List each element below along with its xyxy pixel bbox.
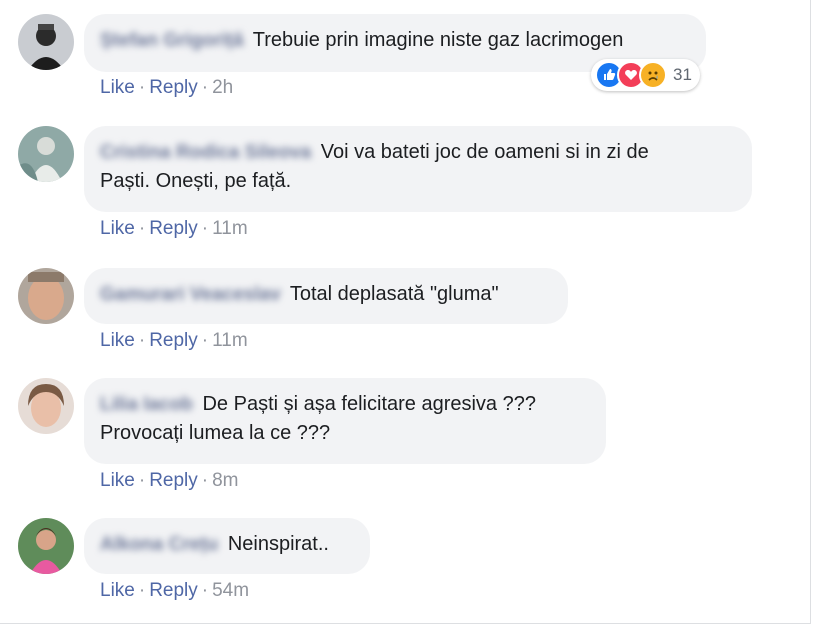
comment-actions: Like · Reply · 8m <box>100 470 239 492</box>
reactions-summary[interactable]: 31 <box>591 59 700 91</box>
comment-actions: Like · Reply · 2h <box>100 77 233 99</box>
comment-bubble: Cristina Rodica Sileova Voi va bateti jo… <box>84 126 752 212</box>
comment-actions: Like · Reply · 54m <box>100 580 249 602</box>
separator: · <box>201 218 209 239</box>
comment-bubble: Gamurari Veaceslav Total deplasată "glum… <box>84 268 568 324</box>
like-link[interactable]: Like <box>100 470 135 491</box>
like-link[interactable]: Like <box>100 77 135 98</box>
sad-icon <box>639 61 667 89</box>
separator: · <box>138 580 146 601</box>
comment-author[interactable]: Ștefan Grigoriță <box>100 26 244 55</box>
reply-link[interactable]: Reply <box>149 218 198 239</box>
separator: · <box>138 218 146 239</box>
like-link[interactable]: Like <box>100 218 135 239</box>
comment-actions: Like · Reply · 11m <box>100 330 248 352</box>
avatar[interactable] <box>18 126 74 182</box>
reply-link[interactable]: Reply <box>149 330 198 351</box>
comment-author[interactable]: Cristina Rodica Sileova <box>100 138 311 167</box>
reaction-count: 31 <box>673 65 692 84</box>
comment-author[interactable]: Alkona Crețu <box>100 530 218 559</box>
comments-panel: Ștefan Grigoriță Trebuie prin imagine ni… <box>0 0 811 624</box>
avatar[interactable] <box>18 378 74 434</box>
comment-time[interactable]: 11m <box>212 218 248 239</box>
comment-text-line: Voi va bateti joc de oameni si in zi de <box>320 141 649 163</box>
comment-time[interactable]: 8m <box>212 470 238 491</box>
separator: · <box>138 330 146 351</box>
reply-link[interactable]: Reply <box>149 470 198 491</box>
comment-author[interactable]: Lilia Iacob <box>100 390 193 419</box>
comment-bubble: Alkona Crețu Neinspirat.. <box>84 518 370 574</box>
comment-author[interactable]: Gamurari Veaceslav <box>100 280 281 309</box>
separator: · <box>201 77 209 98</box>
comment-actions: Like · Reply · 11m <box>100 218 248 240</box>
like-link[interactable]: Like <box>100 580 135 601</box>
comment-text-line: Provocați lumea la ce ??? <box>100 422 331 444</box>
comment-time[interactable]: 2h <box>212 77 233 98</box>
comment-time[interactable]: 54m <box>212 580 249 601</box>
comment-text: Trebuie prin imagine niste gaz lacrimoge… <box>252 29 624 51</box>
separator: · <box>138 470 146 491</box>
comment-text: Total deplasată "gluma" <box>289 283 499 305</box>
comment-text: Neinspirat.. <box>227 533 329 555</box>
comment-text-line: Paști. Onești, pe față. <box>100 170 292 192</box>
avatar[interactable] <box>18 268 74 324</box>
comment-text-line: De Paști și așa felicitare agresiva ??? <box>202 393 536 415</box>
avatar[interactable] <box>18 14 74 70</box>
reply-link[interactable]: Reply <box>149 77 198 98</box>
separator: · <box>201 330 209 351</box>
separator: · <box>201 470 209 491</box>
avatar[interactable] <box>18 518 74 574</box>
reply-link[interactable]: Reply <box>149 580 198 601</box>
comment-time[interactable]: 11m <box>212 330 248 351</box>
like-link[interactable]: Like <box>100 330 135 351</box>
comment-bubble: Lilia Iacob De Paști și așa felicitare a… <box>84 378 606 464</box>
separator: · <box>138 77 146 98</box>
separator: · <box>201 580 209 601</box>
